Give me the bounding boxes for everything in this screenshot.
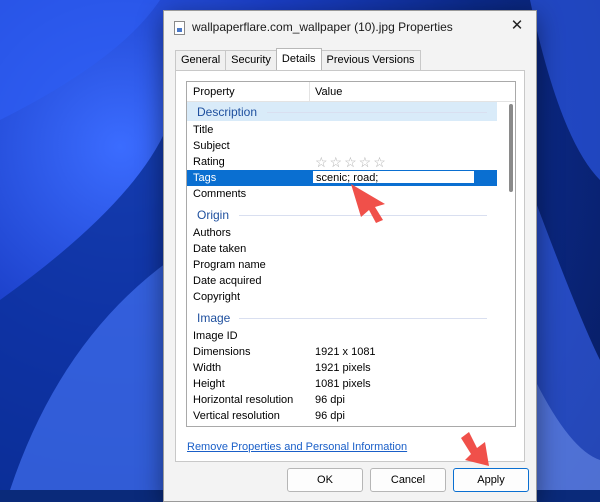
tab-details[interactable]: Details [275, 48, 322, 70]
row-value: 1921 pixels [315, 362, 371, 374]
row-key: Authors [193, 227, 231, 239]
row-key: Horizontal resolution [193, 394, 294, 406]
row-key: Vertical resolution [193, 410, 280, 422]
tab-previous-versions[interactable]: Previous Versions [320, 50, 421, 70]
group-label: Origin [197, 208, 230, 222]
close-icon[interactable]: ✕ [506, 15, 528, 37]
row-key: Date acquired [193, 275, 262, 287]
row-key: Height [193, 378, 225, 390]
row-program-name[interactable]: Program name [187, 257, 497, 273]
column-headers: Property Value [187, 82, 515, 102]
row-value: 1921 x 1081 [315, 346, 376, 358]
tags-input[interactable]: scenic; road; [312, 170, 475, 184]
vertical-scrollbar[interactable] [509, 104, 513, 192]
details-panel: Property Value Description Title Subject… [175, 70, 525, 462]
row-width[interactable]: Width 1921 pixels [187, 360, 497, 376]
row-key: Comments [193, 188, 247, 200]
row-key: Copyright [193, 291, 241, 303]
row-image-id[interactable]: Image ID [187, 328, 497, 344]
apply-button[interactable]: Apply [453, 468, 529, 492]
window-title: wallpaperflare.com_wallpaper (10).jpg Pr… [192, 20, 453, 34]
rating-stars-icon[interactable]: ☆☆☆☆☆ [315, 154, 388, 171]
row-date-taken[interactable]: Date taken [187, 241, 497, 257]
row-height[interactable]: Height 1081 pixels [187, 376, 497, 392]
row-comments[interactable]: Comments [187, 186, 497, 202]
remove-properties-link[interactable]: Remove Properties and Personal Informati… [187, 441, 407, 453]
row-horizontal-resolution[interactable]: Horizontal resolution 96 dpi [187, 392, 497, 408]
group-image[interactable]: Image [187, 308, 497, 327]
row-dimensions[interactable]: Dimensions 1921 x 1081 [187, 344, 497, 360]
group-divider [267, 112, 487, 113]
image-file-icon [174, 21, 185, 35]
group-divider [239, 318, 487, 319]
column-header-value[interactable]: Value [315, 86, 342, 98]
row-key: Tags [193, 172, 217, 184]
row-key: Title [193, 124, 214, 136]
properties-dialog: wallpaperflare.com_wallpaper (10).jpg Pr… [163, 10, 537, 502]
tab-security[interactable]: Security [225, 50, 277, 70]
row-key: Date taken [193, 243, 247, 255]
row-subject[interactable]: Subject [187, 138, 497, 154]
column-divider[interactable] [309, 82, 310, 101]
tab-general[interactable]: General [175, 50, 227, 70]
row-key: Program name [193, 259, 266, 271]
row-value: 96 dpi [315, 410, 345, 422]
row-key: Width [193, 362, 222, 374]
row-rating[interactable]: Rating ☆☆☆☆☆ [187, 154, 497, 170]
row-authors[interactable]: Authors [187, 225, 497, 241]
red-arrow-tags-icon [351, 184, 385, 223]
row-value: 1081 pixels [315, 378, 371, 390]
group-origin[interactable]: Origin [187, 205, 497, 224]
properties-list[interactable]: Property Value Description Title Subject… [186, 81, 516, 427]
tab-strip: General Security Details Previous Versio… [175, 48, 421, 70]
group-description[interactable]: Description [187, 102, 497, 121]
group-label: Image [197, 311, 231, 325]
row-value: 96 dpi [315, 394, 345, 406]
row-key: Dimensions [193, 346, 251, 358]
group-label: Description [197, 105, 258, 119]
column-header-property[interactable]: Property [193, 86, 235, 98]
row-date-acquired[interactable]: Date acquired [187, 273, 497, 289]
row-key: Image ID [193, 330, 238, 342]
row-key: Rating [193, 156, 225, 168]
row-vertical-resolution[interactable]: Vertical resolution 96 dpi [187, 408, 497, 424]
row-title[interactable]: Title [187, 122, 497, 138]
ok-button[interactable]: OK [287, 468, 363, 492]
row-copyright[interactable]: Copyright [187, 289, 497, 305]
row-key: Subject [193, 140, 230, 152]
title-bar: wallpaperflare.com_wallpaper (10).jpg Pr… [164, 11, 536, 43]
red-arrow-apply-icon [461, 432, 489, 466]
cancel-button[interactable]: Cancel [370, 468, 446, 492]
row-tags[interactable]: Tags scenic; road; [187, 170, 497, 186]
